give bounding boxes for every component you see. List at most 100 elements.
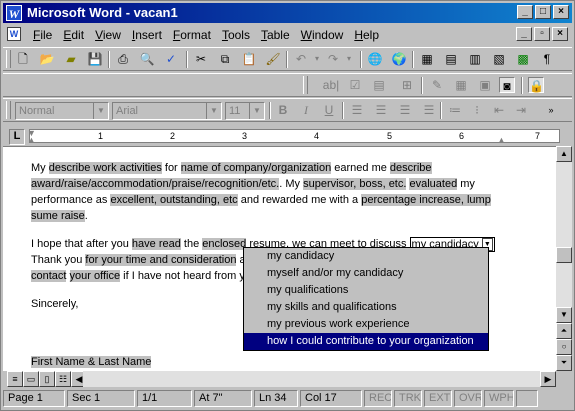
align-center-icon[interactable]: ☰ [373,102,389,118]
horizontal-ruler[interactable]: L ▼ ▲ 1 2 3 4 5 6 7 ▲ [3,126,572,146]
web-layout-view-button[interactable]: ▭ [23,371,39,387]
previous-page-button[interactable]: ⏶ [556,323,572,339]
form-field[interactable]: describe work activities [48,162,162,174]
align-right-icon[interactable]: ☰ [397,102,413,118]
toolbar-grip[interactable] [6,50,11,68]
left-indent-marker[interactable]: ▲ [27,135,36,145]
chevron-down-icon[interactable]: ▼ [249,103,264,119]
scroll-thumb[interactable] [556,247,572,263]
drawing-icon[interactable]: ▩ [515,51,531,67]
form-field[interactable]: for your time and consideration [85,254,237,266]
horizontal-scroll-track[interactable] [83,371,556,387]
redo-icon[interactable]: ↷ [325,51,341,67]
style-select[interactable]: Normal ▼ [15,102,109,120]
doc-map-icon[interactable]: ¶ [539,51,555,67]
open-folder-icon[interactable]: 📂 [39,51,55,67]
bullets-icon[interactable]: ⁝ [469,102,485,118]
minimize-button[interactable]: _ [517,5,533,19]
drop-down-form-field-icon[interactable]: ▤ [371,77,387,93]
form-field[interactable]: supervisor, boss, etc. [303,178,407,190]
status-rec[interactable]: REC [364,390,392,407]
hyperlink-icon[interactable]: 🌐 [367,51,383,67]
select-browse-object-button[interactable]: ○ [556,339,572,355]
undo-dropdown-icon[interactable]: ▾ [309,51,325,67]
signature-line[interactable]: First Name & Last Name [31,356,152,368]
insert-table-icon[interactable]: ▤ [443,51,459,67]
cut-icon[interactable]: ✂ [193,51,209,67]
columns-icon[interactable]: ▧ [491,51,507,67]
new-document-icon[interactable]: 🗋 [15,51,31,67]
dropdown-option[interactable]: my skills and qualifications [244,299,488,316]
doc-minimize-button[interactable]: _ [516,27,532,41]
menu-format[interactable]: Format [173,28,211,42]
status-ext[interactable]: EXT [424,390,452,407]
dropdown-option[interactable]: my qualifications [244,282,488,299]
chevron-down-icon[interactable]: ▼ [206,103,221,119]
open-icon[interactable]: ▰ [63,51,79,67]
underline-button[interactable]: U [321,102,337,118]
redo-dropdown-icon[interactable]: ▾ [341,51,357,67]
format-painter-icon[interactable]: 🖌 [265,51,281,67]
outline-view-button[interactable]: ☷ [55,371,71,387]
dropdown-option[interactable]: myself and/or my candidacy [244,265,488,282]
word-app-icon[interactable]: W [6,5,22,21]
toolbar-more-icon[interactable]: » [543,102,559,118]
insert-excel-icon[interactable]: ▥ [467,51,483,67]
chevron-down-icon[interactable]: ▼ [93,103,108,119]
scroll-down-button[interactable]: ▼ [556,307,572,323]
insert-table-icon[interactable]: ▦ [453,77,469,93]
right-indent-marker[interactable]: ▲ [497,135,506,145]
menu-insert[interactable]: Insert [132,28,162,42]
doc-close-button[interactable]: × [552,27,568,41]
status-trk[interactable]: TRK [394,390,422,407]
form-field[interactable]: your office [69,270,121,282]
document-area[interactable]: My describe work activities for name of … [3,146,556,372]
vertical-scrollbar[interactable]: ▲ ▼ ⏶ ○ ⏷ [556,146,572,371]
italic-button[interactable]: I [298,102,314,118]
protect-form-icon[interactable]: 🔒 [528,77,544,93]
menu-help[interactable]: Help [354,28,379,42]
text-form-field-icon[interactable]: ab| [321,77,341,93]
close-button[interactable]: × [553,5,569,19]
form-field[interactable]: evaluated [409,178,458,190]
doc-restore-button[interactable]: ▫ [534,27,550,41]
scroll-right-button[interactable]: ▶ [540,371,556,387]
save-icon[interactable]: 💾 [87,51,103,67]
align-left-icon[interactable]: ☰ [349,102,365,118]
form-field-options-icon[interactable]: ⊞ [399,77,415,93]
print-layout-view-button[interactable]: ▯ [39,371,55,387]
document-menu-icon[interactable]: W [7,27,21,41]
form-field[interactable]: excellent, outstanding, etc [110,194,238,206]
ruler-strip[interactable]: ▼ ▲ 1 2 3 4 5 6 7 ▲ [27,128,560,145]
maximize-button[interactable]: □ [535,5,551,19]
increase-indent-icon[interactable]: ⇥ [513,102,529,118]
menu-table[interactable]: Table [261,28,290,42]
print-icon[interactable]: ⎙ [115,51,131,67]
status-wph[interactable]: WPH [484,390,514,407]
undo-icon[interactable]: ↶ [293,51,309,67]
copy-icon[interactable]: ⧉ [217,51,233,67]
form-field[interactable]: name of company/organization [180,162,332,174]
toolbar-grip[interactable] [6,101,11,119]
title-bar[interactable]: W Microsoft Word - vacan1 _ □ × [3,3,572,23]
draw-table-icon[interactable]: ✎ [429,77,445,93]
paragraph-1[interactable]: My describe work activities for name of … [31,160,501,224]
next-page-button[interactable]: ⏷ [556,355,572,371]
print-preview-icon[interactable]: 🔍 [139,51,155,67]
decrease-indent-icon[interactable]: ⇤ [491,102,507,118]
tab-selector[interactable]: L [9,129,25,145]
spelling-status-icon[interactable] [516,390,538,407]
bold-button[interactable]: B [275,102,291,118]
menu-view[interactable]: View [95,28,121,42]
signature-field[interactable]: First Name & Last Name [31,356,152,368]
spelling-icon[interactable]: ✓ [163,51,179,67]
dropdown-option[interactable]: my candidacy [244,248,488,265]
form-field[interactable]: enclosed [202,238,247,250]
justify-icon[interactable]: ☰ [421,102,437,118]
form-field[interactable]: contact [31,270,67,282]
dropdown-option[interactable]: my previous work experience [244,316,488,333]
menu-window[interactable]: Window [301,28,344,42]
toolbar-grip[interactable] [303,76,308,94]
normal-view-button[interactable]: ≡ [7,371,23,387]
form-field[interactable]: have read [131,238,181,250]
